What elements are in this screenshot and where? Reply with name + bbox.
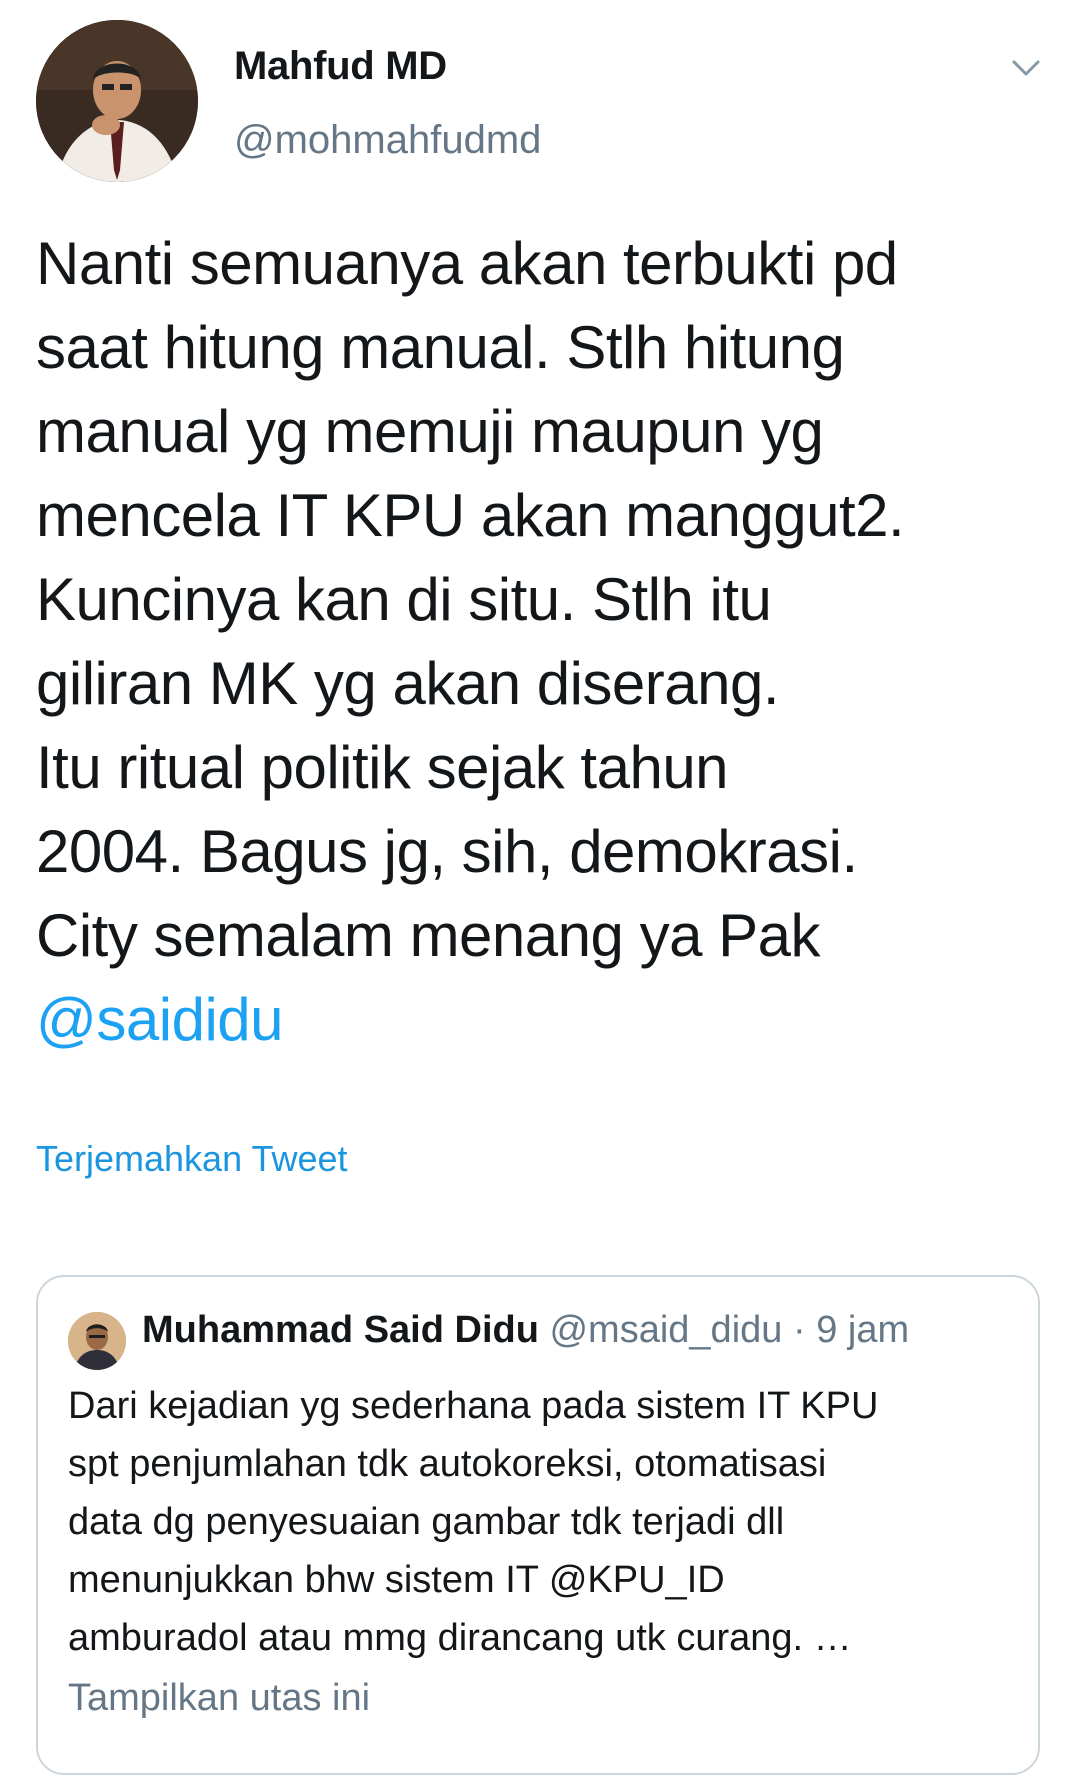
quoted-text-line: menunjukkan bhw sistem IT @KPU_ID bbox=[68, 1559, 725, 1601]
tweet-text-line: Nanti semuanya akan terbukti pd bbox=[36, 230, 898, 297]
tweet-text-line: saat hitung manual. Stlh hitung bbox=[36, 314, 845, 381]
tweet-text: Nanti semuanya akan terbukti pd saat hit… bbox=[36, 222, 1046, 1062]
tweet-text-line: giliran MK yg akan diserang. bbox=[36, 650, 780, 717]
quoted-text-line: amburadol atau mmg dirancang utk curang.… bbox=[68, 1617, 852, 1659]
tweet-text-line: City semalam menang ya Pak bbox=[36, 902, 821, 969]
author-display-name[interactable]: Mahfud MD bbox=[234, 44, 447, 89]
quoted-tweet-card[interactable]: Muhammad Said Didu @msaid_didu · 9 jam D… bbox=[36, 1275, 1040, 1775]
tweet-text-line: Itu ritual politik sejak tahun bbox=[36, 734, 729, 801]
tweet-header: Mahfud MD @mohmahfudmd bbox=[36, 20, 1046, 185]
quoted-tweet-header: Muhammad Said Didu @msaid_didu · 9 jam bbox=[142, 1309, 909, 1352]
quoted-tweet-text: Dari kejadian yg sederhana pada sistem I… bbox=[68, 1377, 1018, 1667]
chevron-down-icon[interactable] bbox=[1006, 48, 1046, 88]
tweet-text-line: Kuncinya kan di situ. Stlh itu bbox=[36, 566, 772, 633]
show-thread-link[interactable]: Tampilkan utas ini bbox=[68, 1677, 370, 1720]
author-handle[interactable]: @mohmahfudmd bbox=[234, 118, 541, 163]
tweet-text-line: mencela IT KPU akan manggut2. bbox=[36, 482, 905, 549]
quoted-text-line: spt penjumlahan tdk autokoreksi, otomati… bbox=[68, 1443, 827, 1485]
quoted-author-avatar[interactable] bbox=[68, 1312, 126, 1370]
separator-dot: · bbox=[792, 1309, 806, 1351]
quoted-text-line: Dari kejadian yg sederhana pada sistem I… bbox=[68, 1385, 879, 1427]
quoted-tweet-time[interactable]: 9 jam bbox=[816, 1309, 909, 1351]
tweet-text-line: 2004. Bagus jg, sih, demokrasi. bbox=[36, 818, 858, 885]
mention-link[interactable]: @saididu bbox=[36, 978, 1046, 1062]
quoted-author-name[interactable]: Muhammad Said Didu bbox=[142, 1309, 539, 1351]
author-avatar[interactable] bbox=[36, 20, 198, 182]
quoted-author-handle[interactable]: @msaid_didu bbox=[549, 1309, 782, 1351]
quoted-text-line: data dg penyesuaian gambar tdk terjadi d… bbox=[68, 1501, 785, 1543]
tweet-text-line: manual yg memuji maupun yg bbox=[36, 398, 824, 465]
translate-tweet-link[interactable]: Terjemahkan Tweet bbox=[36, 1138, 348, 1180]
